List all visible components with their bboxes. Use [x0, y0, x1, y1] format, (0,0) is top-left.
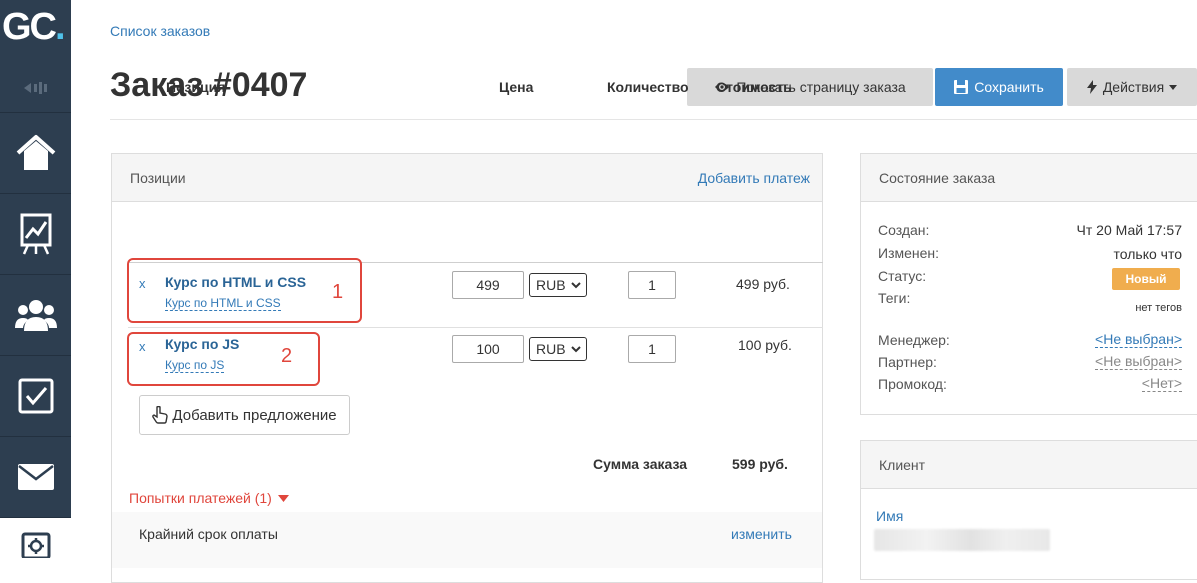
actions-label: Действия [1102, 79, 1165, 95]
checkbox-icon [18, 378, 53, 413]
floppy-icon [954, 80, 969, 94]
sidebar-item-messages[interactable] [0, 436, 71, 516]
column-header-position: Позиция [166, 79, 226, 95]
partner-label: Партнер: [878, 354, 937, 370]
tags-value[interactable]: нет тегов [1135, 302, 1182, 314]
tags-label: Теги: [878, 290, 911, 306]
changed-label: Изменен: [878, 245, 940, 261]
caret-down-icon [277, 494, 289, 502]
sidebar-item-tasks[interactable] [0, 355, 71, 435]
currency-select-value: RUB [536, 277, 566, 293]
promo-label: Промокод: [878, 376, 947, 392]
deadline-edit-link[interactable]: изменить [731, 526, 792, 542]
order-sum-label: Сумма заказа [593, 456, 688, 472]
header-divider [110, 119, 1197, 120]
positions-panel-title: Позиции [130, 170, 186, 186]
status-badge[interactable]: Новый [1112, 268, 1180, 290]
breadcrumb-orders-link[interactable]: Список заказов [110, 23, 210, 39]
deadline-label: Крайний срок оплаты [139, 526, 278, 542]
quantity-input[interactable]: 1 [628, 335, 676, 363]
chart-icon [20, 213, 51, 255]
changed-value: только что [1113, 246, 1183, 262]
currency-select-value: RUB [536, 341, 566, 357]
settings-icon [21, 532, 50, 558]
column-header-cost: Стоимость [716, 79, 792, 95]
manager-label: Менеджер: [878, 332, 950, 348]
order-state-panel-header: Состояние заказа [861, 154, 1197, 202]
promo-select-link[interactable]: <Нет> [1141, 376, 1182, 392]
status-label: Статус: [878, 268, 927, 284]
payment-attempts-label: Попытки платежей (1) [129, 490, 272, 506]
bolt-icon [1086, 80, 1097, 94]
logo-dot: . [55, 6, 65, 48]
collapse-sidebar-icon[interactable] [22, 80, 48, 96]
pointer-hand-icon [152, 406, 169, 424]
manager-select-link[interactable]: <Не выбран> [1095, 332, 1182, 348]
client-panel-header: Клиент [861, 441, 1197, 489]
logo[interactable]: GC. [0, 0, 71, 60]
logo-text: GC [2, 6, 57, 48]
home-icon [16, 134, 55, 170]
positions-panel-header: Позиции Добавить платеж [112, 154, 822, 202]
annotation-box [127, 258, 362, 323]
item-total: 499 руб. [736, 276, 790, 292]
created-label: Создан: [878, 222, 930, 238]
sidebar-item-home[interactable] [0, 112, 71, 192]
payment-attempts-toggle[interactable]: Попытки платежей (1) [129, 490, 289, 506]
client-panel-title: Клиент [879, 457, 926, 473]
chevron-down-icon [571, 282, 581, 289]
item-total: 100 руб. [738, 337, 792, 353]
client-name-link[interactable]: Имя [876, 508, 903, 524]
add-offer-label: Добавить предложение [172, 406, 337, 424]
client-panel: Клиент [860, 440, 1197, 580]
actions-dropdown-button[interactable]: Действия [1067, 68, 1197, 106]
client-name-redacted [874, 529, 1050, 551]
save-label: Сохранить [974, 79, 1044, 95]
chevron-down-icon [571, 346, 581, 353]
add-offer-button[interactable]: Добавить предложение [139, 395, 350, 435]
sidebar-item-stats[interactable] [0, 193, 71, 273]
partner-select-link[interactable]: <Не выбран> [1095, 354, 1182, 370]
currency-select[interactable]: RUB [529, 273, 587, 297]
row-divider [128, 327, 823, 328]
save-button[interactable]: Сохранить [935, 68, 1063, 106]
price-input[interactable]: 100 [452, 335, 524, 363]
add-payment-link[interactable]: Добавить платеж [698, 170, 810, 186]
annotation-number: 1 [332, 281, 344, 303]
created-value: Чт 20 Май 17:57 [1076, 222, 1182, 238]
users-icon [14, 299, 57, 331]
annotation-number: 2 [281, 345, 293, 367]
price-input[interactable]: 499 [452, 271, 524, 299]
sidebar: GC. [0, 0, 71, 568]
sidebar-item-settings[interactable] [0, 517, 71, 568]
order-sum-value: 599 руб. [732, 456, 788, 472]
column-header-price: Цена [499, 79, 534, 95]
sidebar-item-users[interactable] [0, 274, 71, 354]
quantity-input[interactable]: 1 [628, 271, 676, 299]
currency-select[interactable]: RUB [529, 337, 587, 361]
order-state-panel-title: Состояние заказа [879, 170, 996, 186]
column-header-quantity: Количество [607, 79, 689, 95]
caret-down-icon [1169, 84, 1178, 90]
mail-icon [17, 463, 54, 490]
